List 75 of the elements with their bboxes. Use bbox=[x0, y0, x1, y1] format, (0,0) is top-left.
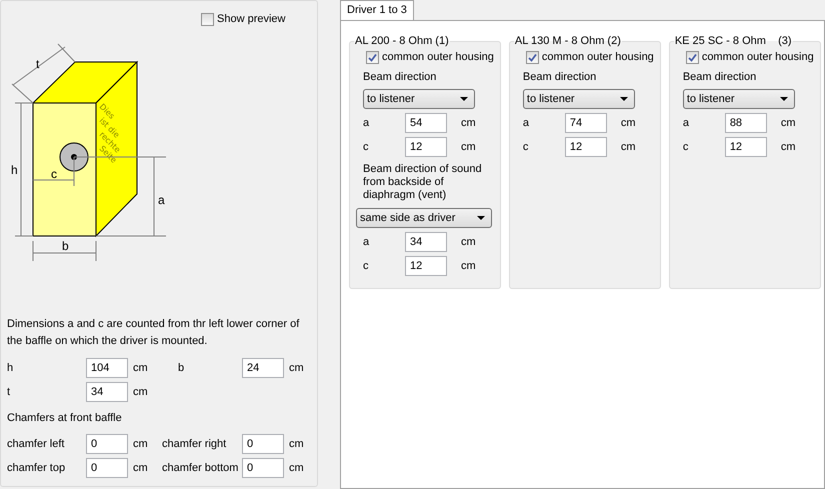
unit-label: cm bbox=[288, 362, 305, 374]
field-label: h bbox=[7, 362, 14, 374]
beam-direction-label: Beam direction bbox=[363, 71, 438, 83]
beam-direction-dropdown[interactable]: to listener bbox=[522, 89, 635, 109]
field-label: chamfer bottom bbox=[162, 462, 240, 474]
input-field[interactable]: 88 bbox=[724, 113, 767, 133]
unit-label: cm bbox=[288, 438, 305, 450]
group-title: KE 25 SC - 8 Ohm (3) bbox=[674, 35, 793, 47]
dimension-label: c bbox=[51, 167, 57, 181]
checkbox[interactable]: common outer housing bbox=[686, 49, 814, 65]
caret-icon bbox=[620, 97, 628, 101]
input-field[interactable]: 12 bbox=[405, 256, 447, 276]
unit-label: cm bbox=[132, 362, 149, 374]
field-label: t bbox=[7, 386, 12, 398]
field-label: b bbox=[177, 362, 186, 374]
input-field[interactable]: 12 bbox=[564, 137, 607, 157]
field-label: c bbox=[682, 141, 690, 153]
unit-label: cm bbox=[460, 117, 477, 129]
checkbox[interactable]: common outer housing bbox=[526, 49, 654, 65]
unit-label: cm bbox=[288, 462, 305, 474]
field-label: chamfer right bbox=[162, 438, 228, 450]
input-field[interactable]: 0 bbox=[242, 458, 284, 478]
caret-icon bbox=[477, 216, 485, 220]
caret-icon bbox=[780, 97, 788, 101]
beam-direction-label: Beam direction bbox=[682, 71, 758, 83]
checkbox[interactable]: Show preview bbox=[201, 11, 317, 27]
field-label: chamfer top bbox=[7, 462, 66, 474]
unit-label: cm bbox=[132, 462, 149, 474]
input-field[interactable]: 24 bbox=[242, 358, 284, 378]
input-field[interactable]: 0 bbox=[242, 434, 284, 454]
dimension-label: t bbox=[36, 57, 40, 71]
dimension-label: h bbox=[11, 163, 18, 177]
input-field[interactable]: 34 bbox=[86, 382, 128, 402]
input-field[interactable]: 74 bbox=[564, 113, 607, 133]
unit-label: cm bbox=[780, 117, 796, 129]
chamfers-heading: Chamfers at front baffle bbox=[7, 412, 123, 424]
field-label: c bbox=[522, 141, 530, 153]
checkmark-icon bbox=[688, 52, 697, 62]
input-field[interactable]: 0 bbox=[86, 434, 128, 454]
field-label: a bbox=[363, 236, 370, 248]
field-label: a bbox=[682, 117, 690, 129]
unit-label: cm bbox=[620, 117, 637, 129]
description-text: Dimensions a and c are counted from thr left lower corner of the baffle on which the driver is mounted. bbox=[7, 317, 300, 349]
group-title: AL 200 - 8 Ohm (1) bbox=[354, 35, 450, 47]
field-label: a bbox=[363, 117, 370, 129]
unit-label: cm bbox=[132, 386, 149, 398]
unit-label: cm bbox=[460, 260, 477, 272]
dimension-label: a bbox=[158, 193, 165, 207]
tab[interactable]: Driver 1 to 3 bbox=[340, 0, 414, 20]
vent-direction-dropdown[interactable]: same side as driver bbox=[356, 208, 492, 228]
unit-label: cm bbox=[460, 141, 477, 153]
field-label: a bbox=[522, 117, 530, 129]
input-field[interactable]: 104 bbox=[86, 358, 128, 378]
beam-direction-dropdown[interactable]: to listener bbox=[682, 89, 795, 109]
dimension-label: b bbox=[62, 239, 69, 253]
checkmark-icon bbox=[528, 52, 537, 62]
group-title: AL 130 M - 8 Ohm (2) bbox=[514, 35, 622, 47]
vent-label: Beam direction of sound from backside of diaphragm (vent) bbox=[362, 163, 483, 202]
beam-direction-label: Beam direction bbox=[522, 71, 598, 83]
field-label: c bbox=[363, 141, 370, 153]
unit-label: cm bbox=[780, 141, 796, 153]
input-field[interactable]: 0 bbox=[86, 458, 128, 478]
field-label: c bbox=[363, 260, 370, 272]
input-field[interactable]: 12 bbox=[724, 137, 767, 157]
unit-label: cm bbox=[132, 438, 149, 450]
caret-icon bbox=[460, 97, 468, 101]
checkmark-icon bbox=[368, 52, 377, 62]
unit-label: cm bbox=[460, 236, 477, 248]
input-field[interactable]: 34 bbox=[405, 232, 447, 252]
field-label: chamfer left bbox=[7, 438, 66, 450]
unit-label: cm bbox=[620, 141, 637, 153]
checkbox[interactable]: common outer housing bbox=[366, 49, 494, 65]
input-field[interactable]: 54 bbox=[405, 113, 447, 133]
input-field[interactable]: 12 bbox=[405, 137, 447, 157]
beam-direction-dropdown[interactable]: to listener bbox=[363, 89, 475, 109]
